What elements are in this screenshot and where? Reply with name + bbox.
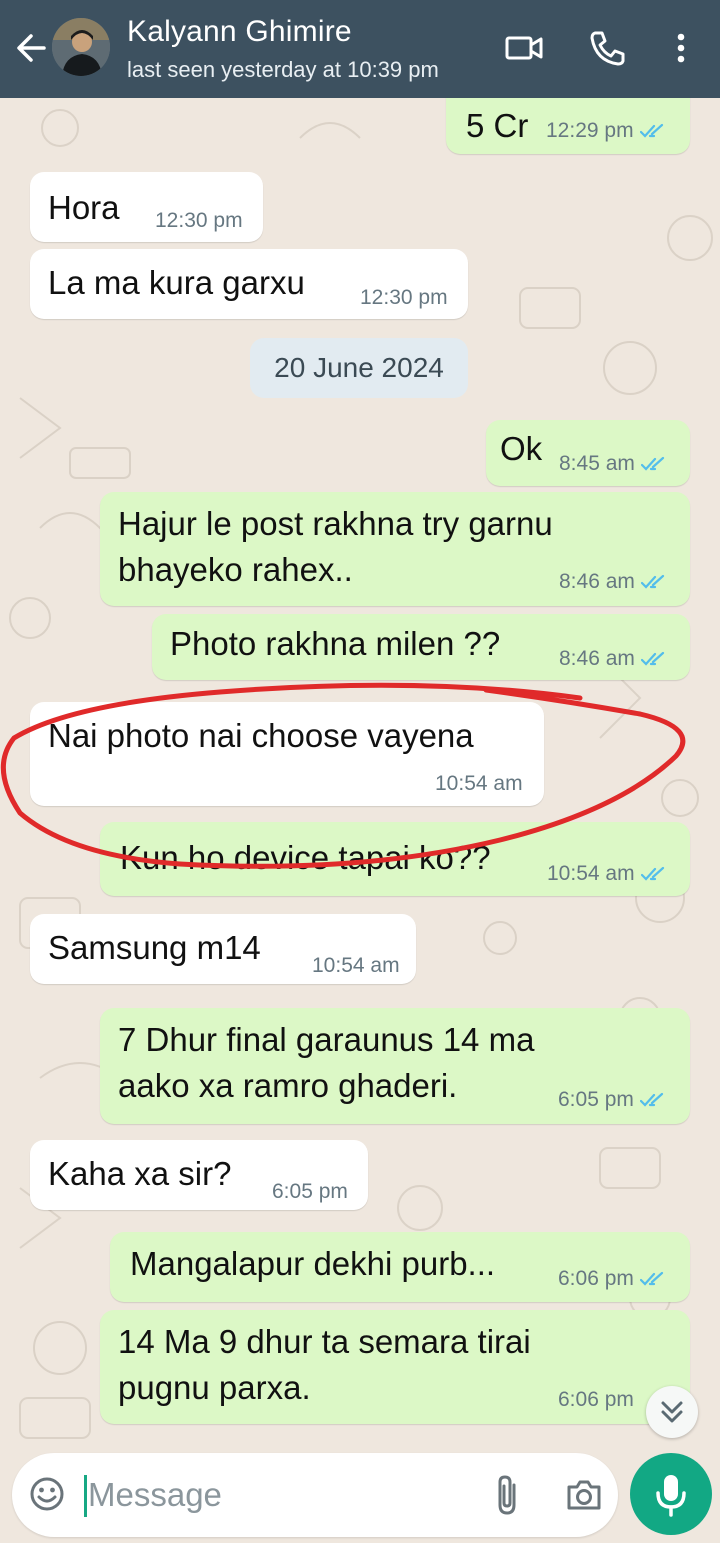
double-chevron-down-icon — [661, 1401, 683, 1423]
message-input-container[interactable]: Message — [12, 1453, 618, 1537]
double-check-read-icon — [640, 457, 664, 472]
message-time: 6:06 pm — [558, 1267, 634, 1290]
last-seen-status: last seen yesterday at 10:39 pm — [127, 57, 439, 82]
message-bubble-incoming[interactable]: Samsung m14 10:54 am — [30, 914, 416, 984]
message-bubble-outgoing[interactable]: Ok 8:45 am — [486, 420, 690, 486]
message-text: Photo rakhna milen ?? — [170, 625, 501, 662]
message-text: Mangalapur dekhi purb... — [130, 1245, 496, 1282]
message-time: 6:06 pm — [558, 1388, 634, 1411]
scroll-to-bottom-button[interactable] — [646, 1386, 698, 1438]
message-bubble-outgoing[interactable]: 7 Dhur final garaunus 14 ma aako xa ramr… — [100, 1008, 690, 1124]
message-meta: 6:06 pm — [558, 1267, 668, 1291]
double-check-read-icon — [639, 1093, 663, 1108]
message-time: 12:30 pm — [155, 209, 243, 232]
message-meta: 8:46 am — [559, 570, 669, 594]
message-bubble-outgoing[interactable]: 14 Ma 9 dhur ta semara tirai pugnu parxa… — [100, 1310, 690, 1424]
text-cursor — [84, 1475, 87, 1517]
phone-icon[interactable] — [588, 28, 626, 68]
double-check-read-icon — [640, 652, 664, 667]
message-time: 12:29 pm — [546, 119, 634, 142]
message-bubble-incoming[interactable]: Hora 12:30 pm — [30, 172, 263, 242]
double-check-read-icon — [639, 124, 663, 139]
message-meta: 12:29 pm — [546, 119, 668, 143]
message-input[interactable]: Message — [88, 1473, 222, 1517]
message-text-line: aako xa ramro ghaderi. — [118, 1067, 458, 1104]
message-bubble-outgoing[interactable]: Hajur le post rakhna try garnu bhayeko r… — [100, 492, 690, 606]
message-time: 8:45 am — [559, 452, 635, 475]
message-text-line: pugnu parxa. — [118, 1369, 311, 1406]
annotation-circle — [0, 682, 686, 869]
message-time: 12:30 pm — [360, 286, 448, 309]
message-bubble-incoming[interactable]: Kaha xa sir? 6:05 pm — [30, 1140, 368, 1210]
message-text-line: Hajur le post rakhna try garnu — [118, 505, 553, 542]
message-bubble-outgoing[interactable]: 5 Cr 12:29 pm — [446, 98, 690, 154]
chat-header: Kalyann Ghimire last seen yesterday at 1… — [0, 0, 720, 98]
date-divider: 20 June 2024 — [250, 338, 468, 398]
mic-button[interactable] — [630, 1453, 712, 1535]
message-time: 6:05 pm — [272, 1180, 348, 1203]
message-text: La ma kura garxu — [48, 264, 305, 301]
more-vert-icon[interactable] — [672, 28, 690, 68]
message-text: Samsung m14 — [48, 929, 261, 966]
message-text: Hora — [48, 189, 120, 226]
message-time: 6:05 pm — [558, 1088, 634, 1111]
composer-bar: Message — [0, 1443, 720, 1543]
message-text: Ok — [500, 430, 543, 467]
message-meta: 8:45 am — [559, 452, 669, 476]
message-text-line: 7 Dhur final garaunus 14 ma — [118, 1021, 535, 1058]
video-call-icon[interactable] — [504, 28, 544, 68]
contact-name[interactable]: Kalyann Ghimire — [127, 15, 352, 49]
double-check-read-icon — [639, 1272, 663, 1287]
message-time: 8:46 am — [559, 647, 635, 670]
avatar[interactable] — [52, 18, 110, 76]
double-check-read-icon — [640, 575, 664, 590]
message-bubble-outgoing[interactable]: Mangalapur dekhi purb... 6:06 pm — [110, 1232, 690, 1302]
mic-icon — [656, 1475, 686, 1517]
message-meta: 6:05 pm — [558, 1088, 668, 1112]
message-time: 8:46 am — [559, 570, 635, 593]
message-text: 5 Cr — [466, 107, 529, 144]
message-text-line: bhayeko rahex.. — [118, 551, 353, 588]
chat-area[interactable]: 5 Cr 12:29 pm Hora 12:30 pm La ma kura g… — [0, 98, 720, 1443]
message-time: 10:54 am — [312, 954, 400, 977]
message-text: Kaha xa sir? — [48, 1155, 232, 1192]
message-bubble-incoming[interactable]: La ma kura garxu 12:30 pm — [30, 249, 468, 319]
paperclip-icon[interactable] — [492, 1473, 524, 1517]
message-text-line: 14 Ma 9 dhur ta semara tirai — [118, 1323, 531, 1360]
emoji-icon[interactable] — [28, 1475, 66, 1513]
camera-icon[interactable] — [564, 1475, 604, 1515]
arrow-left-icon[interactable] — [14, 30, 48, 66]
